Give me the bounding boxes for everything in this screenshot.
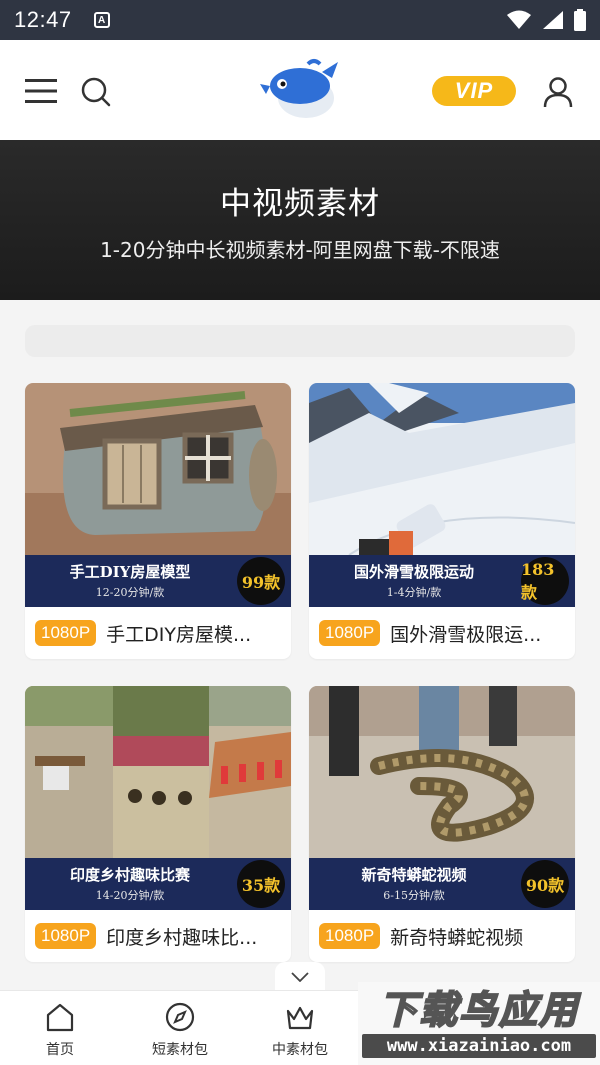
video-card[interactable]: 新奇特蟒蛇视频 6-15分钟/款 90款 1080P 新奇特蟒蛇视频 xyxy=(309,686,575,962)
thumb-title: 印度乡村趣味比赛 xyxy=(69,866,190,884)
category-banner: 中视频素材 1-20分钟中长视频素材-阿里网盘下载-不限速 xyxy=(0,140,600,300)
card-info: 1080P 国外滑雪极限运... xyxy=(309,607,575,659)
resolution-badge: 1080P xyxy=(319,923,381,949)
status-bar: 12:47 A xyxy=(0,0,600,40)
search-icon[interactable] xyxy=(80,76,112,108)
thumbnail-caption: 国外滑雪极限运动 1-4分钟/款 183款 xyxy=(309,555,575,607)
python-image xyxy=(309,686,575,858)
resolution-badge: 1080P xyxy=(35,923,97,949)
tab-medium-packs[interactable]: 中素材包 xyxy=(240,991,360,1065)
thumb-duration: 12-20分钟/款 xyxy=(95,586,165,599)
banner-subtitle: 1-20分钟中长视频素材-阿里网盘下载-不限速 xyxy=(100,238,500,262)
home-icon xyxy=(46,1003,74,1032)
card-thumbnail[interactable]: 印度乡村趣味比赛 14-20分钟/款 35款 xyxy=(25,686,291,910)
video-card[interactable]: 印度乡村趣味比赛 14-20分钟/款 35款 1080P 印度乡村趣味比... xyxy=(25,686,291,962)
thumb-duration: 6-15分钟/款 xyxy=(383,889,445,902)
content-area: 手工DIY房屋模型 12-20分钟/款 99款 1080P 手工DIY房屋模..… xyxy=(0,300,600,990)
card-thumbnail[interactable]: 手工DIY房屋模型 12-20分钟/款 99款 xyxy=(25,383,291,607)
card-info: 1080P 新奇特蟒蛇视频 xyxy=(309,910,575,962)
video-card[interactable]: 国外滑雪极限运动 1-4分钟/款 183款 1080P 国外滑雪极限运... xyxy=(309,383,575,659)
video-card[interactable]: 手工DIY房屋模型 12-20分钟/款 99款 1080P 手工DIY房屋模..… xyxy=(25,383,291,659)
collapse-handle[interactable] xyxy=(275,962,325,992)
item-count-badge: 99款 xyxy=(237,557,285,605)
tab-label: 首页 xyxy=(46,1042,74,1058)
resolution-badge: 1080P xyxy=(319,620,381,646)
house-model-image xyxy=(25,383,291,555)
fish-logo[interactable] xyxy=(258,56,340,122)
thumbnail-caption: 印度乡村趣味比赛 14-20分钟/款 35款 xyxy=(25,858,291,910)
watermark-logo: 下载鸟应用 www.xiazainiao.com xyxy=(358,982,600,1065)
thumb-title: 新奇特蟒蛇视频 xyxy=(361,866,467,884)
card-title[interactable]: 新奇特蟒蛇视频 xyxy=(390,923,523,950)
item-count-badge: 90款 xyxy=(521,860,569,908)
watermark-text: 下载鸟应用 xyxy=(378,987,579,1033)
wifi-icon xyxy=(507,10,531,29)
user-icon[interactable] xyxy=(542,76,574,108)
card-title[interactable]: 手工DIY房屋模... xyxy=(106,620,251,647)
battery-icon xyxy=(574,9,586,31)
thumb-duration: 1-4分钟/款 xyxy=(386,586,442,599)
a-icon: A xyxy=(93,12,110,28)
crown-icon xyxy=(286,1006,314,1030)
skiing-image xyxy=(309,383,575,555)
card-title[interactable]: 印度乡村趣味比... xyxy=(106,923,257,950)
item-count-badge: 35款 xyxy=(237,860,285,908)
watermark-url: www.xiazainiao.com xyxy=(362,1034,596,1058)
resolution-badge: 1080P xyxy=(35,620,97,646)
thumb-duration: 14-20分钟/款 xyxy=(95,889,165,902)
card-thumbnail[interactable]: 新奇特蟒蛇视频 6-15分钟/款 90款 xyxy=(309,686,575,910)
status-time: 12:47 xyxy=(14,7,72,32)
tab-label: 中素材包 xyxy=(272,1042,328,1058)
filter-bar[interactable] xyxy=(25,325,575,357)
banner-title: 中视频素材 xyxy=(220,186,380,222)
menu-icon[interactable] xyxy=(25,78,59,104)
card-thumbnail[interactable]: 国外滑雪极限运动 1-4分钟/款 183款 xyxy=(309,383,575,607)
tab-short-packs[interactable]: 短素材包 xyxy=(120,991,240,1065)
vip-badge[interactable]: VIP xyxy=(432,76,516,106)
card-title[interactable]: 国外滑雪极限运... xyxy=(390,620,541,647)
compass-icon xyxy=(165,1002,195,1032)
tab-label: 短素材包 xyxy=(152,1042,208,1058)
thumbnail-caption: 手工DIY房屋模型 12-20分钟/款 99款 xyxy=(25,555,291,607)
thumb-title: 国外滑雪极限运动 xyxy=(353,563,474,581)
signal-icon xyxy=(543,11,563,29)
thumbnail-caption: 新奇特蟒蛇视频 6-15分钟/款 90款 xyxy=(309,858,575,910)
thumb-title: 手工DIY房屋模型 xyxy=(69,563,191,581)
item-count-badge: 183款 xyxy=(521,557,569,605)
top-nav: VIP xyxy=(0,40,600,140)
tab-home[interactable]: 首页 xyxy=(0,991,120,1065)
card-info: 1080P 手工DIY房屋模... xyxy=(25,607,291,659)
chevron-down-icon xyxy=(291,972,309,982)
card-info: 1080P 印度乡村趣味比... xyxy=(25,910,291,962)
village-game-image xyxy=(25,686,291,858)
